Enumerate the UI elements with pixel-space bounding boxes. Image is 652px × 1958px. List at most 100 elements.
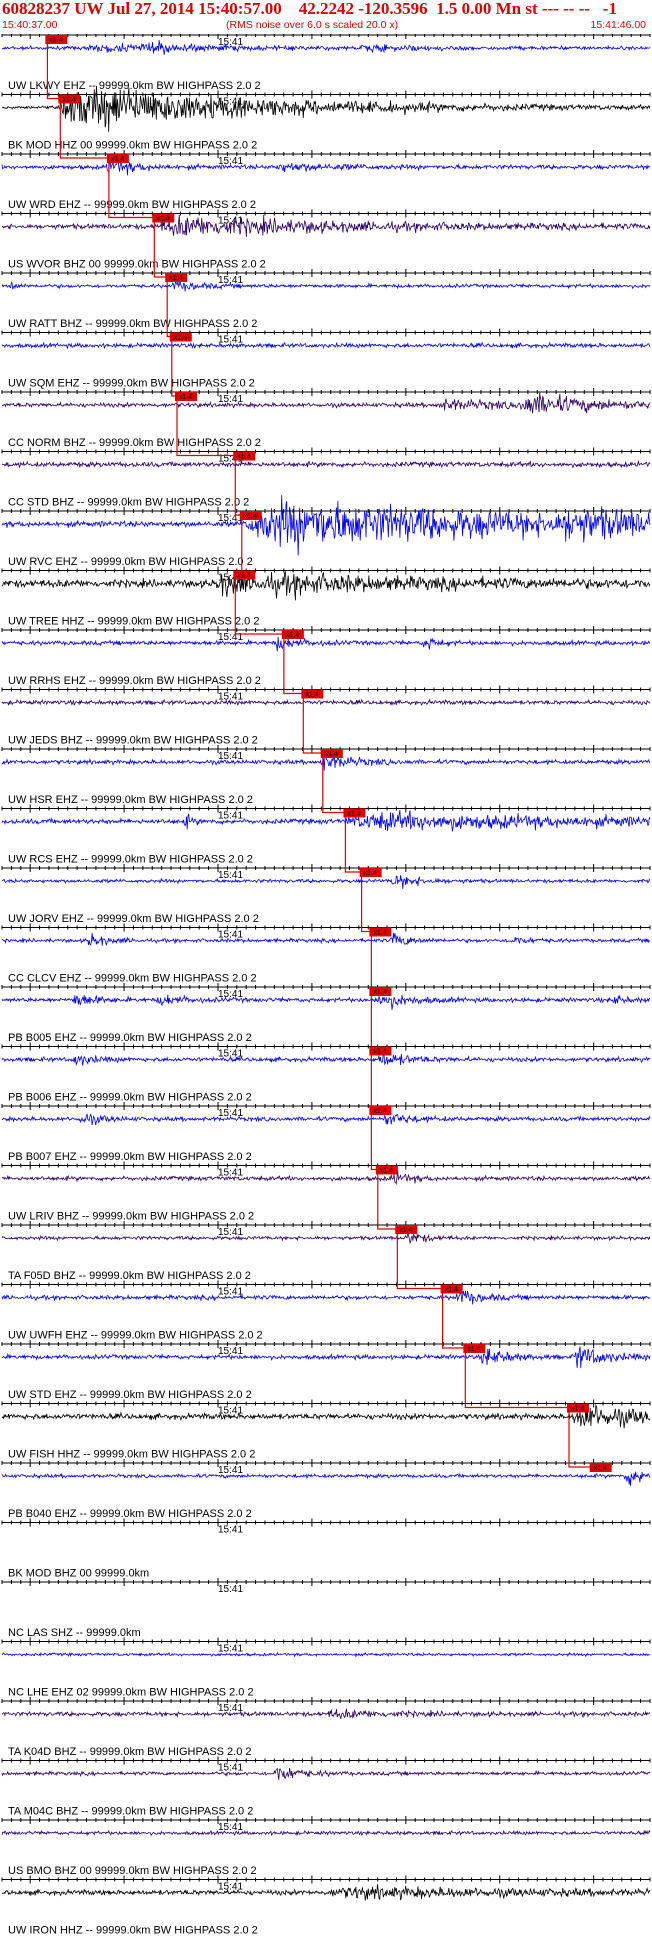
minute-tick-label: 15:41 [218, 811, 243, 822]
waveform-trace [1, 1403, 651, 1429]
pick-label: x1.4 [445, 1287, 458, 1294]
station-label: UW RVC EHZ -- 99999.0km BW HIGHPASS 2.0 … [8, 556, 253, 568]
waveform-trace [1, 1883, 651, 1901]
trace-row: 15:41 NC LHE EHZ 02 99999.0km BW HIGHPASS… [1, 1637, 651, 1699]
trace-row: 15:41 US BMO BHZ 00 99999.0km BW HIGHPASS… [1, 1816, 651, 1877]
pick-label: x1.4 [305, 692, 318, 699]
station-label: UW UWFH EHZ -- 99999.0km BW HIGHPASS 2.0… [8, 1330, 263, 1342]
waveform-trace [1, 1767, 651, 1780]
trace-row: 15:41UW JEDS BHZ -- 99999.0km BW HIGHPAS… [1, 685, 651, 747]
station-label: TA M04C BHZ -- 99999.0km BW HIGHPASS 2.0… [8, 1806, 253, 1818]
station-label: BK MOD BHZ 00 99999.0km [8, 1568, 149, 1580]
start-time: 15:40:37.00 [2, 19, 58, 31]
station-label: UW RCS EHZ -- 99999.0km BW HIGHPASS 2.0 … [8, 854, 253, 866]
pick-label: x1.4 [111, 156, 124, 163]
trace-row: 15:41 UW RCS EHZ -- 99999.0km BW HIGHPASS… [1, 804, 651, 866]
trace-row: 15:41 BK MOD BHZ 00 99999.0km [1, 1518, 651, 1580]
station-label: PB B005 EHZ -- 99999.0km BW HIGHPASS 2.0… [8, 1032, 252, 1044]
waveform-trace [1, 994, 651, 1010]
waveform-trace [1, 1113, 651, 1126]
trace-row: 15:41TA M04C BHZ -- 99999.0km BW HIGHPAS… [1, 1756, 651, 1818]
trace-row: 15:41 TA K04D BHZ -- 99999.0km BW HIGHPAS… [1, 1697, 651, 1758]
end-time: 15:41:46.00 [590, 19, 646, 31]
seismogram-plot: 15:41 UW LKWY EHZ -- 99999.0km BW HIGHPAS… [1, 34, 651, 1937]
station-label: UW HSR EHZ -- 99999.0km BW HIGHPASS 2.0 … [8, 794, 253, 806]
station-label: TA F05D BHZ -- 99999.0km BW HIGHPASS 2.0… [8, 1270, 251, 1282]
pick-label: x1.4 [49, 37, 62, 44]
trace-row: 15:41 UW LRIV BHZ -- 99999.0km BW HIGHPAS… [1, 1161, 651, 1223]
station-label: UW JORV EHZ -- 99999.0km BW HIGHPASS 2.0… [8, 913, 259, 925]
minute-tick-label: 15:41 [218, 1882, 243, 1893]
waveform-trace [1, 1346, 651, 1369]
waveform-trace [1, 1170, 651, 1186]
pick-label: x1.4 [364, 870, 377, 877]
minute-tick-label: 15:41 [218, 394, 243, 405]
pick-label: x1.4 [156, 216, 169, 223]
waveform-trace [1, 1290, 651, 1305]
pick-label: x1.4 [467, 1346, 480, 1353]
pick-label: x1.4 [174, 335, 187, 342]
waveform-trace [1, 875, 651, 889]
minute-tick-label: 15:41 [218, 870, 243, 881]
station-label: CC NORM BHZ -- 99999.0km BW HIGHPASS 2.0… [8, 437, 261, 449]
trace-row: 15:41UW WRD EHZ -- 99999.0km BW HIGHPASS… [1, 150, 651, 211]
trace-row: 15:41UW STD EHZ -- 99999.0km BW HIGHPASS… [1, 1340, 651, 1401]
station-label: UW RRHS EHZ -- 99999.0km BW HIGHPASS 2.0… [8, 675, 261, 687]
pick-label: x1.4 [594, 1465, 607, 1472]
trace-row: 15:41CC STD BHZ -- 99999.0km BW HIGHPASS… [1, 447, 651, 509]
trace-row: 15:41UW TREE HHZ -- 99999.0km BW HIGHPAS… [1, 566, 651, 628]
waveform-trace [1, 636, 651, 652]
trace-row: 15:41 UW IRON HHZ -- 99999.0km BW HIGHPAS… [1, 1875, 651, 1937]
pick-label: x1.4 [62, 97, 75, 104]
trace-row: 15:41 TA F05D BHZ -- 99999.0km BW HIGHPAS… [1, 1221, 651, 1282]
station-label: NC LAS SHZ -- 99999.0km [8, 1627, 141, 1639]
minute-tick-label: 15:41 [218, 1644, 243, 1655]
trace-row: 15:41 NC LAS SHZ -- 99999.0km [1, 1578, 651, 1639]
station-label: UW FISH HHZ -- 99999.0km BW HIGHPASS 2.0… [8, 1449, 255, 1461]
trace-row: 15:41PB B040 EHZ -- 99999.0km BW HIGHPAS… [1, 1459, 651, 1520]
waveform-trace [1, 1052, 651, 1067]
station-label: UW TREE HHZ -- 99999.0km BW HIGHPASS 2.0… [8, 616, 259, 628]
pick-label: x1.4 [286, 632, 299, 639]
minute-tick-label: 15:41 [218, 1525, 243, 1536]
pick-label: x1.4 [373, 1049, 386, 1056]
trace-row: 15:41UW FISH HHZ -- 99999.0km BW HIGHPAS… [1, 1399, 651, 1461]
minute-tick-label: 15:41 [218, 1227, 243, 1238]
waveform-trace [1, 698, 651, 706]
waveform-trace [1, 1708, 651, 1720]
station-label: UW RATT BHZ -- 99999.0km BW HIGHPASS 2.0… [8, 318, 257, 330]
station-label: UW LKWY EHZ -- 99999.0km BW HIGHPASS 2.0… [8, 80, 261, 92]
waveform-trace [1, 40, 651, 55]
trace-row: 15:41US WVOR BHZ 00 99999.0km BW HIGHPAS… [1, 209, 651, 271]
waveform-trace [1, 214, 651, 237]
waveform-trace [1, 85, 651, 132]
trace-row: 15:41PB B007 EHZ -- 99999.0km BW HIGHPAS… [1, 1102, 651, 1163]
pick-curve [46, 39, 592, 1468]
station-label: PB B040 EHZ -- 99999.0km BW HIGHPASS 2.0… [8, 1508, 252, 1520]
station-label: CC STD BHZ -- 99999.0km BW HIGHPASS 2.0 … [8, 497, 249, 509]
trace-row: 15:41 CC CLCV EHZ -- 99999.0km BW HIGHPAS… [1, 923, 651, 985]
waveform-trace [1, 459, 651, 469]
pick-label: x1.4 [237, 454, 250, 461]
trace-row: 15:41PB B005 EHZ -- 99999.0km BW HIGHPAS… [1, 983, 651, 1044]
station-label: UW STD EHZ -- 99999.0km BW HIGHPASS 2.0 … [8, 1389, 252, 1401]
station-label: UW WRD EHZ -- 99999.0km BW HIGHPASS 2.0 … [8, 199, 256, 211]
trace-row: 15:41 CC NORM BHZ -- 99999.0km BW HIGHPAS… [1, 388, 651, 449]
pick-label: x1.4 [244, 513, 257, 520]
waveform-trace [1, 341, 651, 350]
station-label: BK MOD HHZ 00 99999.0km BW HIGHPASS 2.0 … [8, 140, 257, 152]
waveform-trace [1, 1651, 651, 1658]
station-label: UW SQM EHZ -- 99999.0km BW HIGHPASS 2.0 … [8, 378, 255, 390]
station-label: UW IRON HHZ -- 99999.0km BW HIGHPASS 2.0… [8, 1925, 258, 1937]
minute-tick-label: 15:41 [218, 751, 243, 762]
trace-row: 15:41PB B006 EHZ -- 99999.0km BW HIGHPAS… [1, 1042, 651, 1104]
pick-label: x1.4 [399, 1227, 412, 1234]
pick-label: x1.4 [237, 573, 250, 580]
minute-tick-label: 15:41 [218, 1287, 243, 1298]
waveform-trace [1, 1829, 651, 1837]
pick-label: x1.4 [179, 394, 192, 401]
trace-row: 15:41 UW UWFH EHZ -- 99999.0km BW HIGHPAS… [1, 1280, 651, 1342]
waveform-trace [1, 1471, 651, 1486]
station-label: PB B007 EHZ -- 99999.0km BW HIGHPASS 2.0… [8, 1151, 252, 1163]
station-label: NC LHE EHZ 02 99999.0km BW HIGHPASS 2.0 … [8, 1687, 254, 1699]
